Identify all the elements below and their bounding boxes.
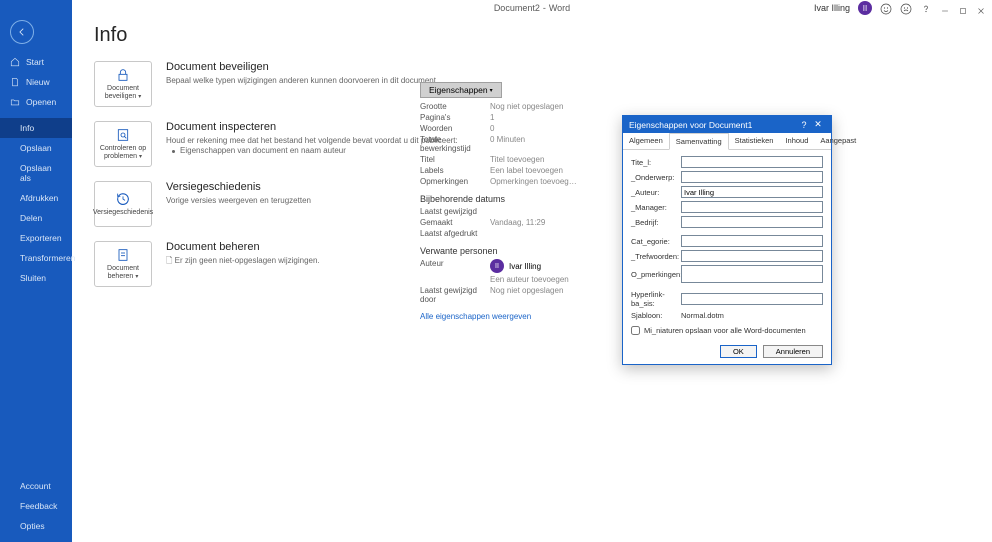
hyperlink-field[interactable] [681, 293, 823, 305]
dates-heading: Bijbehorende datums [420, 194, 580, 204]
sidebar-item-saveas[interactable]: Opslaan als [0, 158, 72, 188]
people-heading: Verwante personen [420, 246, 580, 256]
sidebar-item-close[interactable]: Sluiten [0, 268, 72, 288]
card-manage[interactable]: Document beheren▾ [94, 241, 152, 287]
inspect-icon [115, 127, 131, 143]
author[interactable]: IIIvar Illing [490, 259, 541, 273]
home-icon [10, 57, 20, 67]
comments-field[interactable] [681, 265, 823, 283]
dialog-tabs: Algemeen Samenvatting Statistieken Inhou… [623, 133, 831, 150]
tab-custom[interactable]: Aangepast [814, 133, 862, 149]
back-button[interactable] [10, 20, 34, 44]
tab-summary[interactable]: Samenvatting [669, 133, 729, 150]
card-protect[interactable]: Document beveiligen▾ [94, 61, 152, 107]
title-field[interactable] [681, 156, 823, 168]
document-icon [10, 77, 20, 87]
cancel-button[interactable]: Annuleren [763, 345, 823, 358]
sidebar-item-new[interactable]: Nieuw [0, 72, 72, 92]
folder-open-icon [10, 97, 20, 107]
sidebar-item-transform[interactable]: Transformeren [0, 248, 72, 268]
properties-dialog: Eigenschappen voor Document1 ? ✕ Algemee… [622, 115, 832, 365]
user-name[interactable]: Ivar Illing [814, 3, 850, 13]
tab-content[interactable]: Inhoud [779, 133, 814, 149]
help-icon[interactable] [920, 2, 932, 14]
author-field[interactable] [681, 186, 823, 198]
sidebar-item-info[interactable]: Info [0, 118, 72, 138]
sidebar-item-open[interactable]: Openen [0, 92, 72, 112]
titlebar: Document2-Word Ivar Illing II [72, 0, 992, 16]
template-value: Normal.dotm [681, 311, 724, 320]
add-author-link[interactable]: Een auteur toevoegen [490, 275, 569, 284]
history-icon [115, 191, 131, 207]
author-avatar-icon: II [490, 259, 504, 273]
dialog-help-icon[interactable]: ? [797, 120, 811, 130]
sidebar-item-feedback[interactable]: Feedback [0, 496, 72, 516]
properties-panel: Eigenschappen▾ GrootteNog niet opgeslage… [420, 80, 580, 324]
category-field[interactable] [681, 235, 823, 247]
sidebar-item-share[interactable]: Delen [0, 208, 72, 228]
card-inspect[interactable]: Controleren op problemen▾ [94, 121, 152, 167]
ok-button[interactable]: OK [720, 345, 757, 358]
dialog-close-icon[interactable]: ✕ [811, 119, 825, 130]
thumbnail-checkbox[interactable] [631, 326, 640, 335]
sidebar-item-print[interactable]: Afdrukken [0, 188, 72, 208]
dialog-titlebar[interactable]: Eigenschappen voor Document1 ? ✕ [623, 116, 831, 133]
manage-icon [115, 247, 131, 263]
sidebar-item-export[interactable]: Exporteren [0, 228, 72, 248]
card-history[interactable]: Versiegeschiedenis [94, 181, 152, 227]
properties-dropdown[interactable]: Eigenschappen▾ [420, 82, 502, 98]
sidebar-item-account[interactable]: Account [0, 476, 72, 496]
lock-icon [115, 67, 131, 83]
face-sad-icon[interactable] [900, 2, 912, 14]
thumbnail-checkbox-row[interactable]: Mi_niaturen opslaan voor alle Word-docum… [631, 326, 823, 335]
show-all-properties-link[interactable]: Alle eigenschappen weergeven [420, 312, 531, 321]
tab-statistics[interactable]: Statistieken [729, 133, 780, 149]
page-title: Info [94, 24, 970, 47]
section-title-protect: Document beveiligen [166, 61, 970, 73]
tab-general[interactable]: Algemeen [623, 133, 669, 149]
maximize-icon[interactable] [958, 3, 968, 13]
window-title: Document2-Word [494, 3, 570, 13]
company-field[interactable] [681, 216, 823, 228]
sidebar-item-start[interactable]: Start [0, 52, 72, 72]
minimize-icon[interactable] [940, 3, 950, 13]
sidebar-item-save[interactable]: Opslaan [0, 138, 72, 158]
keywords-field[interactable] [681, 250, 823, 262]
face-happy-icon[interactable] [880, 2, 892, 14]
close-icon[interactable] [976, 3, 986, 13]
avatar[interactable]: II [858, 1, 872, 15]
manager-field[interactable] [681, 201, 823, 213]
sidebar-item-options[interactable]: Opties [0, 516, 72, 536]
sidebar: Start Nieuw Openen Info Opslaan Opslaan … [0, 0, 72, 542]
subject-field[interactable] [681, 171, 823, 183]
